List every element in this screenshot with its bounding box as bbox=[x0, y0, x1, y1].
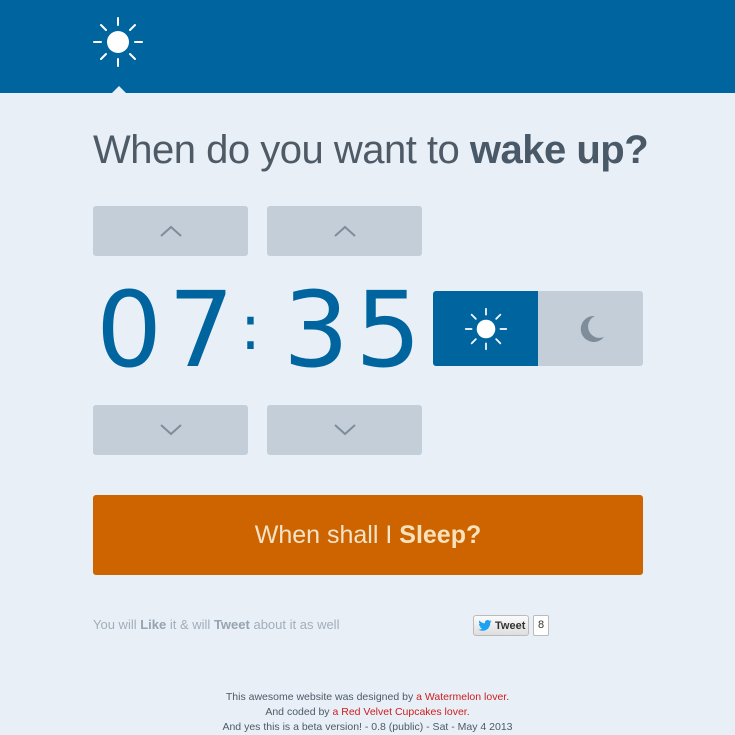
chevron-down-icon bbox=[159, 424, 182, 436]
chevron-down-icon bbox=[333, 424, 356, 436]
share-tweet: Tweet bbox=[213, 617, 250, 632]
am-toggle[interactable] bbox=[433, 291, 538, 366]
tweet-button[interactable]: Tweet bbox=[473, 615, 529, 636]
page-title: When do you want to wake up? bbox=[93, 128, 693, 173]
hours-display: 07 bbox=[96, 269, 241, 391]
title-prefix: When do you want to bbox=[93, 128, 460, 172]
share-text-2: it & will bbox=[169, 617, 211, 632]
minutes-display: 35 bbox=[283, 269, 428, 391]
hour-down-button[interactable] bbox=[93, 405, 248, 455]
time-separator: : bbox=[240, 291, 261, 364]
minute-down-button[interactable] bbox=[267, 405, 422, 455]
moon-icon bbox=[580, 315, 604, 342]
footer-line-3: And yes this is a beta version! - 0.8 (p… bbox=[222, 721, 513, 733]
share-text-1: You will bbox=[93, 617, 137, 632]
sun-icon bbox=[464, 307, 507, 350]
pm-toggle[interactable] bbox=[538, 291, 643, 366]
footer-line-2: And coded by a Red Velvet Cupcakes lover… bbox=[0, 705, 735, 720]
tweet-count: 8 bbox=[533, 615, 549, 636]
tweet-button-label: Tweet bbox=[495, 619, 526, 632]
designer-link[interactable]: a Watermelon lover. bbox=[416, 691, 509, 703]
footer-line-1: This awesome website was designed by a W… bbox=[0, 690, 735, 705]
share-like: Like bbox=[140, 617, 167, 632]
developer-link[interactable]: a Red Velvet Cupcakes lover. bbox=[332, 706, 469, 718]
chevron-up-icon bbox=[333, 225, 356, 237]
minute-up-button[interactable] bbox=[267, 206, 422, 256]
header-pointer bbox=[112, 86, 126, 93]
share-message: You will Like it & will Tweet about it a… bbox=[93, 617, 339, 632]
footer: This awesome website was designed by a W… bbox=[0, 690, 735, 735]
share-text-3: about it as well bbox=[253, 617, 340, 632]
title-emphasis: wake up? bbox=[469, 128, 649, 172]
sleep-button-emphasis: Sleep? bbox=[399, 520, 482, 549]
twitter-bird-icon bbox=[478, 620, 492, 631]
calculate-sleep-button[interactable]: When shall I Sleep? bbox=[93, 495, 643, 575]
chevron-up-icon bbox=[159, 225, 182, 237]
sun-icon bbox=[93, 17, 143, 67]
top-bar bbox=[0, 0, 735, 93]
hour-up-button[interactable] bbox=[93, 206, 248, 256]
sleep-button-prefix: When shall I bbox=[254, 520, 393, 549]
footer-line-2-text: And coded by bbox=[265, 706, 330, 718]
footer-line-1-text: This awesome website was designed by bbox=[225, 691, 414, 703]
